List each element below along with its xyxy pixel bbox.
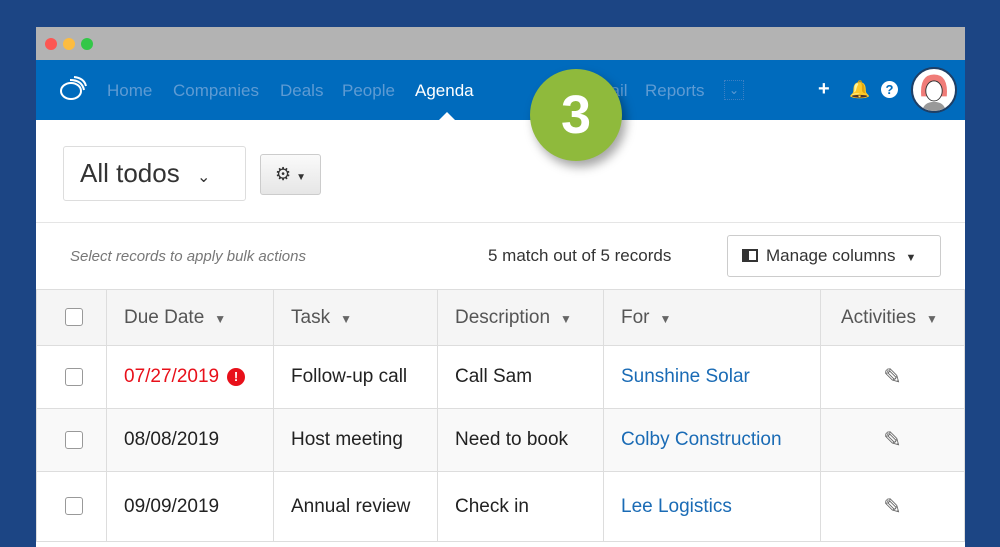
chevron-down-icon: ⌄ bbox=[196, 169, 211, 186]
nav-companies[interactable]: Companies bbox=[173, 81, 259, 101]
nav-home[interactable]: Home bbox=[107, 81, 152, 101]
avatar[interactable] bbox=[911, 67, 957, 113]
logo-icon[interactable] bbox=[58, 74, 88, 104]
caret-down-icon: ▼ bbox=[296, 172, 307, 183]
view-select-value: All todos bbox=[80, 158, 180, 188]
gear-icon: ⚙ bbox=[274, 164, 292, 184]
active-indicator bbox=[439, 112, 455, 120]
table-row: 09/09/2019 Annual review Check in Lee Lo… bbox=[36, 471, 965, 542]
divider bbox=[36, 222, 965, 223]
nav-agenda[interactable]: Agenda bbox=[415, 81, 474, 101]
table-header: Due Date ▼ Task ▼ Description ▼ For ▼ Activi… bbox=[36, 289, 965, 346]
caret-down-icon: ▼ bbox=[905, 252, 917, 264]
bell-icon[interactable]: 🔔 bbox=[849, 80, 870, 100]
todos-table: Due Date ▼ Task ▼ Description ▼ For ▼ Activi… bbox=[36, 289, 965, 542]
sort-caret-icon: ▼ bbox=[214, 311, 227, 326]
step-badge: 3 bbox=[530, 69, 622, 161]
nav-reports[interactable]: Reports bbox=[645, 81, 705, 101]
description: Call Sam bbox=[437, 345, 604, 409]
company-link[interactable]: Colby Construction bbox=[621, 429, 782, 450]
sort-caret-icon: ▼ bbox=[659, 311, 672, 326]
more-menu-chevron-icon[interactable]: ⌄ bbox=[724, 80, 744, 100]
col-activities[interactable]: Activities ▼ bbox=[820, 289, 965, 346]
help-icon[interactable]: ? bbox=[881, 81, 898, 98]
company-link[interactable]: Sunshine Solar bbox=[621, 366, 750, 387]
edit-icon[interactable]: ✎ bbox=[883, 364, 901, 389]
sort-caret-icon: ▼ bbox=[925, 311, 938, 326]
settings-dropdown-button[interactable]: ⚙ ▼ bbox=[260, 154, 321, 195]
maximize-window-button[interactable] bbox=[81, 38, 93, 50]
app-window: Home Companies Deals People Agenda Email… bbox=[36, 27, 965, 547]
sort-caret-icon: ▼ bbox=[340, 311, 352, 326]
nav-deals[interactable]: Deals bbox=[280, 81, 323, 101]
due-date: 09/09/2019 bbox=[106, 471, 274, 542]
sort-caret-icon: ▼ bbox=[560, 311, 572, 326]
minimize-window-button[interactable] bbox=[63, 38, 75, 50]
edit-icon[interactable]: ✎ bbox=[883, 427, 901, 452]
due-date: 08/08/2019 bbox=[106, 408, 274, 472]
manage-columns-label: Manage columns bbox=[766, 246, 896, 265]
col-task[interactable]: Task ▼ bbox=[273, 289, 438, 346]
view-select[interactable]: All todos ⌄ bbox=[63, 146, 246, 201]
nav-people[interactable]: People bbox=[342, 81, 395, 101]
title-bar bbox=[36, 27, 965, 60]
match-count: 5 match out of 5 records bbox=[488, 246, 672, 265]
columns-icon bbox=[742, 249, 758, 262]
table-row: 08/08/2019 Host meeting Need to book Col… bbox=[36, 408, 965, 472]
due-date: 07/27/2019 bbox=[124, 366, 220, 387]
top-nav: Home Companies Deals People Agenda Email… bbox=[36, 60, 965, 120]
col-description[interactable]: Description ▼ bbox=[437, 289, 604, 346]
plus-icon[interactable]: + bbox=[818, 78, 830, 101]
select-all-checkbox[interactable] bbox=[65, 308, 83, 327]
description: Check in bbox=[437, 471, 604, 542]
description: Need to book bbox=[437, 408, 604, 472]
company-link[interactable]: Lee Logistics bbox=[621, 496, 732, 517]
row-checkbox[interactable] bbox=[65, 497, 83, 516]
task: Annual review bbox=[273, 471, 438, 542]
edit-icon[interactable]: ✎ bbox=[883, 494, 901, 519]
overdue-alert-icon: ! bbox=[227, 367, 246, 386]
task: Host meeting bbox=[273, 408, 438, 472]
row-checkbox[interactable] bbox=[65, 430, 83, 449]
task: Follow-up call bbox=[273, 345, 438, 409]
row-checkbox[interactable] bbox=[65, 367, 83, 386]
bulk-hint: Select records to apply bulk actions bbox=[70, 248, 306, 265]
col-for[interactable]: For ▼ bbox=[603, 289, 821, 346]
select-all-checkbox-cell bbox=[36, 289, 107, 346]
col-due-date[interactable]: Due Date ▼ bbox=[106, 289, 274, 346]
close-window-button[interactable] bbox=[45, 38, 57, 50]
table-row: 07/27/2019! Follow-up call Call Sam Suns… bbox=[36, 345, 965, 409]
manage-columns-button[interactable]: Manage columns ▼ bbox=[727, 235, 941, 277]
